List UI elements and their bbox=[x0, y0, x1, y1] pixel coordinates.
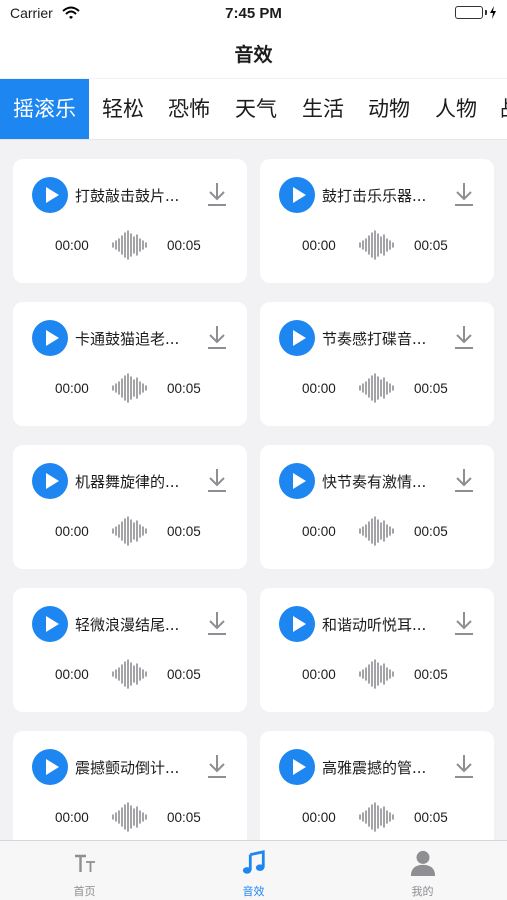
download-icon[interactable] bbox=[453, 324, 475, 350]
time-end: 00:05 bbox=[167, 810, 201, 825]
sound-card[interactable]: 高雅震撼的管... 00:00 00:05 bbox=[260, 731, 494, 840]
tabbar-item-sounds[interactable]: 音效 bbox=[169, 841, 338, 900]
time-start: 00:00 bbox=[55, 524, 89, 539]
play-icon[interactable] bbox=[32, 177, 68, 213]
navigation-bar: 音效 bbox=[0, 30, 507, 78]
tab-people[interactable]: 人物 bbox=[435, 79, 477, 139]
text-size-icon bbox=[74, 854, 95, 872]
time-start: 00:00 bbox=[55, 667, 89, 682]
sound-name: 鼓打击乐乐器... bbox=[322, 187, 427, 205]
tab-bar: 首页 音效 我的 bbox=[0, 840, 507, 900]
time-start: 00:00 bbox=[302, 667, 336, 682]
download-icon[interactable] bbox=[206, 467, 228, 493]
time-end: 00:05 bbox=[414, 238, 448, 253]
play-icon[interactable] bbox=[32, 320, 68, 356]
sound-name: 震撼颤动倒计... bbox=[75, 759, 180, 777]
play-icon[interactable] bbox=[32, 463, 68, 499]
sound-name: 卡通鼓猫追老... bbox=[75, 330, 180, 348]
sound-name: 机器舞旋律的... bbox=[75, 473, 180, 491]
music-note-icon bbox=[242, 850, 265, 874]
waveform-icon bbox=[359, 516, 394, 546]
download-icon[interactable] bbox=[206, 181, 228, 207]
time-start: 00:00 bbox=[55, 238, 89, 253]
time-end: 00:05 bbox=[167, 381, 201, 396]
sound-name: 打鼓敲击鼓片... bbox=[75, 187, 180, 205]
time-start: 00:00 bbox=[302, 810, 336, 825]
time-end: 00:05 bbox=[167, 667, 201, 682]
waveform-icon bbox=[359, 802, 394, 832]
waveform-icon bbox=[112, 659, 147, 689]
play-icon[interactable] bbox=[279, 320, 315, 356]
battery-icon bbox=[455, 6, 497, 19]
waveform-icon bbox=[112, 516, 147, 546]
tab-horror[interactable]: 恐怖 bbox=[168, 79, 210, 139]
download-icon[interactable] bbox=[206, 610, 228, 636]
sound-card[interactable]: 和谐动听悦耳... 00:00 00:05 bbox=[260, 588, 494, 712]
status-bar: Carrier 7:45 PM bbox=[0, 0, 507, 30]
download-icon[interactable] bbox=[453, 753, 475, 779]
tab-weather[interactable]: 天气 bbox=[235, 79, 277, 139]
play-icon[interactable] bbox=[279, 177, 315, 213]
download-icon[interactable] bbox=[453, 610, 475, 636]
sound-card[interactable]: 节奏感打碟音... 00:00 00:05 bbox=[260, 302, 494, 426]
sound-name: 和谐动听悦耳... bbox=[322, 616, 427, 634]
waveform-icon bbox=[359, 230, 394, 260]
category-tabs: 摇滚乐 轻松 恐怖 天气 生活 动物 人物 战 bbox=[0, 79, 507, 140]
time-start: 00:00 bbox=[55, 810, 89, 825]
waveform-icon bbox=[359, 659, 394, 689]
sound-card[interactable]: 鼓打击乐乐器... 00:00 00:05 bbox=[260, 159, 494, 283]
sound-card[interactable]: 打鼓敲击鼓片... 00:00 00:05 bbox=[13, 159, 247, 283]
tabbar-item-home[interactable]: 首页 bbox=[0, 841, 169, 900]
status-time: 7:45 PM bbox=[225, 5, 282, 22]
time-start: 00:00 bbox=[302, 238, 336, 253]
tabbar-item-profile[interactable]: 我的 bbox=[338, 841, 507, 900]
time-start: 00:00 bbox=[302, 381, 336, 396]
sound-card[interactable]: 机器舞旋律的... 00:00 00:05 bbox=[13, 445, 247, 569]
waveform-icon bbox=[359, 373, 394, 403]
time-end: 00:05 bbox=[414, 810, 448, 825]
time-start: 00:00 bbox=[55, 381, 89, 396]
tab-relax[interactable]: 轻松 bbox=[102, 79, 144, 139]
download-icon[interactable] bbox=[453, 467, 475, 493]
sound-name: 快节奏有激情... bbox=[322, 473, 427, 491]
sound-name: 轻微浪漫结尾... bbox=[75, 616, 180, 634]
time-end: 00:05 bbox=[414, 667, 448, 682]
sound-grid: 打鼓敲击鼓片... 00:00 00:05 鼓打击乐乐器... 00:00 00… bbox=[0, 140, 507, 840]
sound-name: 节奏感打碟音... bbox=[322, 330, 427, 348]
waveform-icon bbox=[112, 373, 147, 403]
tab-rock[interactable]: 摇滚乐 bbox=[0, 79, 89, 139]
time-end: 00:05 bbox=[167, 238, 201, 253]
sound-card[interactable]: 卡通鼓猫追老... 00:00 00:05 bbox=[13, 302, 247, 426]
tabbar-label: 我的 bbox=[411, 885, 434, 898]
sound-name: 高雅震撼的管... bbox=[322, 759, 427, 777]
download-icon[interactable] bbox=[453, 181, 475, 207]
play-icon[interactable] bbox=[279, 606, 315, 642]
waveform-icon bbox=[112, 230, 147, 260]
play-icon[interactable] bbox=[279, 749, 315, 785]
time-end: 00:05 bbox=[414, 381, 448, 396]
tab-life[interactable]: 生活 bbox=[302, 79, 344, 139]
waveform-icon bbox=[112, 802, 147, 832]
tabbar-label: 音效 bbox=[242, 885, 265, 898]
download-icon[interactable] bbox=[206, 324, 228, 350]
page-title: 音效 bbox=[234, 44, 273, 66]
tab-animal[interactable]: 动物 bbox=[368, 79, 410, 139]
tabbar-label: 首页 bbox=[73, 885, 96, 898]
time-end: 00:05 bbox=[414, 524, 448, 539]
sound-card[interactable]: 快节奏有激情... 00:00 00:05 bbox=[260, 445, 494, 569]
play-icon[interactable] bbox=[279, 463, 315, 499]
sound-card[interactable]: 震撼颤动倒计... 00:00 00:05 bbox=[13, 731, 247, 840]
time-start: 00:00 bbox=[302, 524, 336, 539]
person-icon bbox=[410, 850, 435, 876]
play-icon[interactable] bbox=[32, 749, 68, 785]
time-end: 00:05 bbox=[167, 524, 201, 539]
tab-war[interactable]: 战 bbox=[500, 79, 507, 139]
sound-card[interactable]: 轻微浪漫结尾... 00:00 00:05 bbox=[13, 588, 247, 712]
download-icon[interactable] bbox=[206, 753, 228, 779]
play-icon[interactable] bbox=[32, 606, 68, 642]
